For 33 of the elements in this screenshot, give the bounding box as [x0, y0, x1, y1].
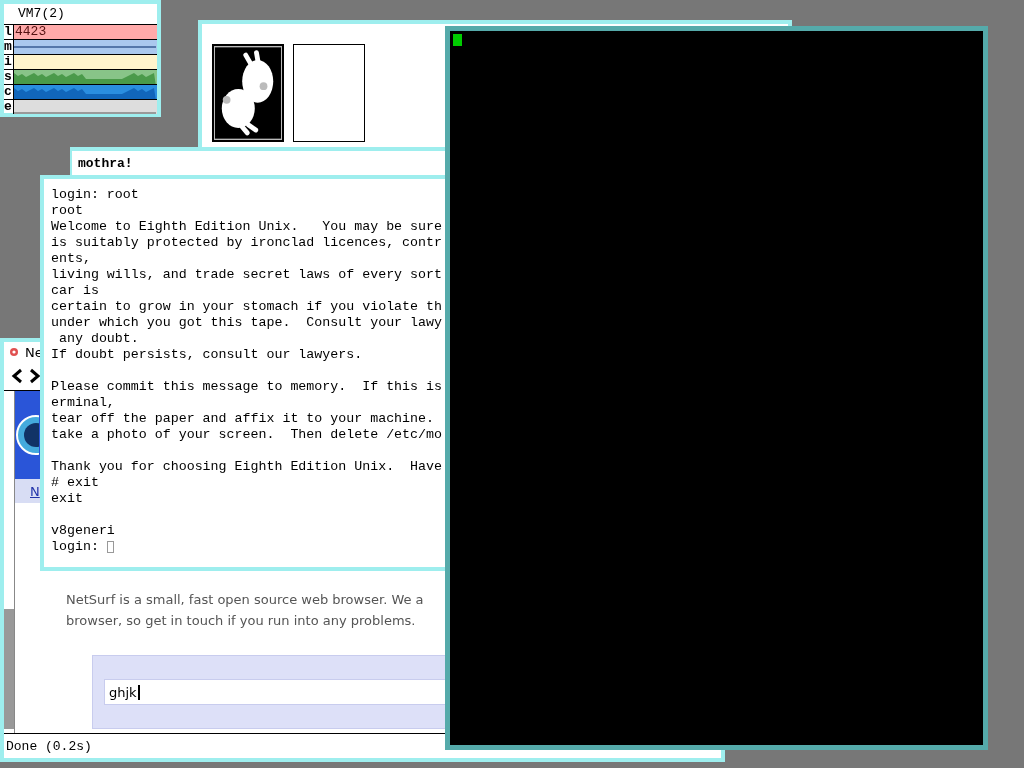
terminal-line: login:: [51, 539, 100, 555]
terminal-line: any doubt.: [57, 331, 139, 347]
terminal-line: exit: [51, 491, 83, 507]
terminal-line: car is: [51, 283, 99, 299]
terminal-line: under which you got this tape. Consult your lawy: [51, 315, 442, 331]
terminal-line: v8generi: [51, 523, 115, 539]
terminal-line: Thank you for choosing Eighth Edition Unix. Have: [51, 459, 442, 475]
intro-paragraph: NetSurf is a small, fast open source web browser. We a browser, so get in touch if you run into any problems.: [66, 591, 425, 630]
scrollbar[interactable]: [4, 391, 15, 733]
forward-icon: [29, 368, 41, 384]
terminal-line: is suitably protected by ironclad licences, contr: [51, 235, 442, 251]
graph-reading: 4423: [15, 25, 47, 39]
terminal-line: ents,: [51, 251, 91, 267]
text-cursor: [137, 684, 140, 700]
terminal-line: login: root: [51, 187, 139, 203]
terminal-line: erminal,: [51, 395, 115, 411]
terminal-line: tear off the paper and affix it to your machine.: [51, 411, 434, 427]
terminal-line: root: [51, 203, 83, 219]
back-icon: [11, 368, 23, 384]
scroll-thumb[interactable]: [4, 609, 14, 729]
forward-button[interactable]: [28, 366, 42, 386]
terminal-line: If doubt persists, consult our lawyers.: [51, 347, 363, 363]
terminal-line: Please commit this message to memory. If this is: [51, 379, 442, 395]
terminal-line: living wills, and trade secret laws of every sort: [51, 267, 442, 283]
terminal-line: take a photo of your screen. Then delete /etc/mo: [51, 427, 442, 443]
terminal-line: # exit: [51, 475, 99, 491]
back-button[interactable]: [10, 366, 24, 386]
nav-link[interactable]: N: [30, 483, 40, 499]
window-label: mothra!: [77, 155, 133, 171]
terminal-line: certain to grow in your stomach if you violate th: [51, 299, 442, 315]
terminal-line: Welcome to Eighth Edition Unix. You may be sure: [51, 219, 442, 235]
status-text: Done (0.2s): [6, 738, 92, 754]
browser-icon: [9, 347, 19, 357]
